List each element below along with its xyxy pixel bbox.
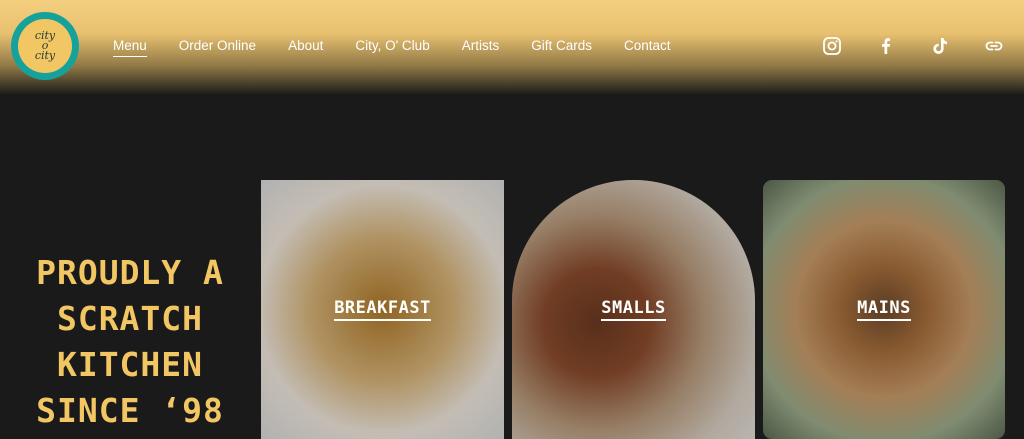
logo-mark: city o city <box>18 19 72 73</box>
nav-about[interactable]: About <box>288 38 323 57</box>
smalls-label[interactable]: SMALLS <box>601 298 666 321</box>
tiktok-icon[interactable] <box>930 36 950 56</box>
headline-line: SCRATCH <box>56 299 204 338</box>
mains-card[interactable]: MAINS <box>763 180 1005 439</box>
social-links <box>822 36 1004 56</box>
mains-label[interactable]: MAINS <box>857 298 911 321</box>
headline-line: PROUDLY A <box>36 253 224 292</box>
headline-line: KITCHEN <box>56 345 204 384</box>
nav-gift-cards[interactable]: Gift Cards <box>531 38 592 57</box>
link-icon[interactable] <box>984 36 1004 56</box>
main-nav: Menu Order Online About City, O' Club Ar… <box>113 38 703 57</box>
nav-menu[interactable]: Menu <box>113 38 147 57</box>
logo-text-line3: city <box>34 49 56 62</box>
breakfast-card[interactable]: BREAKFAST <box>261 180 504 439</box>
nav-contact[interactable]: Contact <box>624 38 671 57</box>
headline-line: SINCE ‘98 <box>36 391 224 430</box>
facebook-icon[interactable] <box>876 36 896 56</box>
nav-order-online[interactable]: Order Online <box>179 38 256 57</box>
nav-artists[interactable]: Artists <box>462 38 500 57</box>
hero-headline: PROUDLY A SCRATCH KITCHEN SINCE ‘98 <box>20 250 240 434</box>
city-o-city-logo[interactable]: city o city <box>11 12 79 80</box>
site-header: city o city Menu Order Online About City… <box>0 0 1024 95</box>
instagram-icon[interactable] <box>822 36 842 56</box>
nav-city-o-club[interactable]: City, O' Club <box>355 38 429 57</box>
smalls-card[interactable]: SMALLS <box>512 180 755 439</box>
breakfast-label[interactable]: BREAKFAST <box>334 298 431 321</box>
